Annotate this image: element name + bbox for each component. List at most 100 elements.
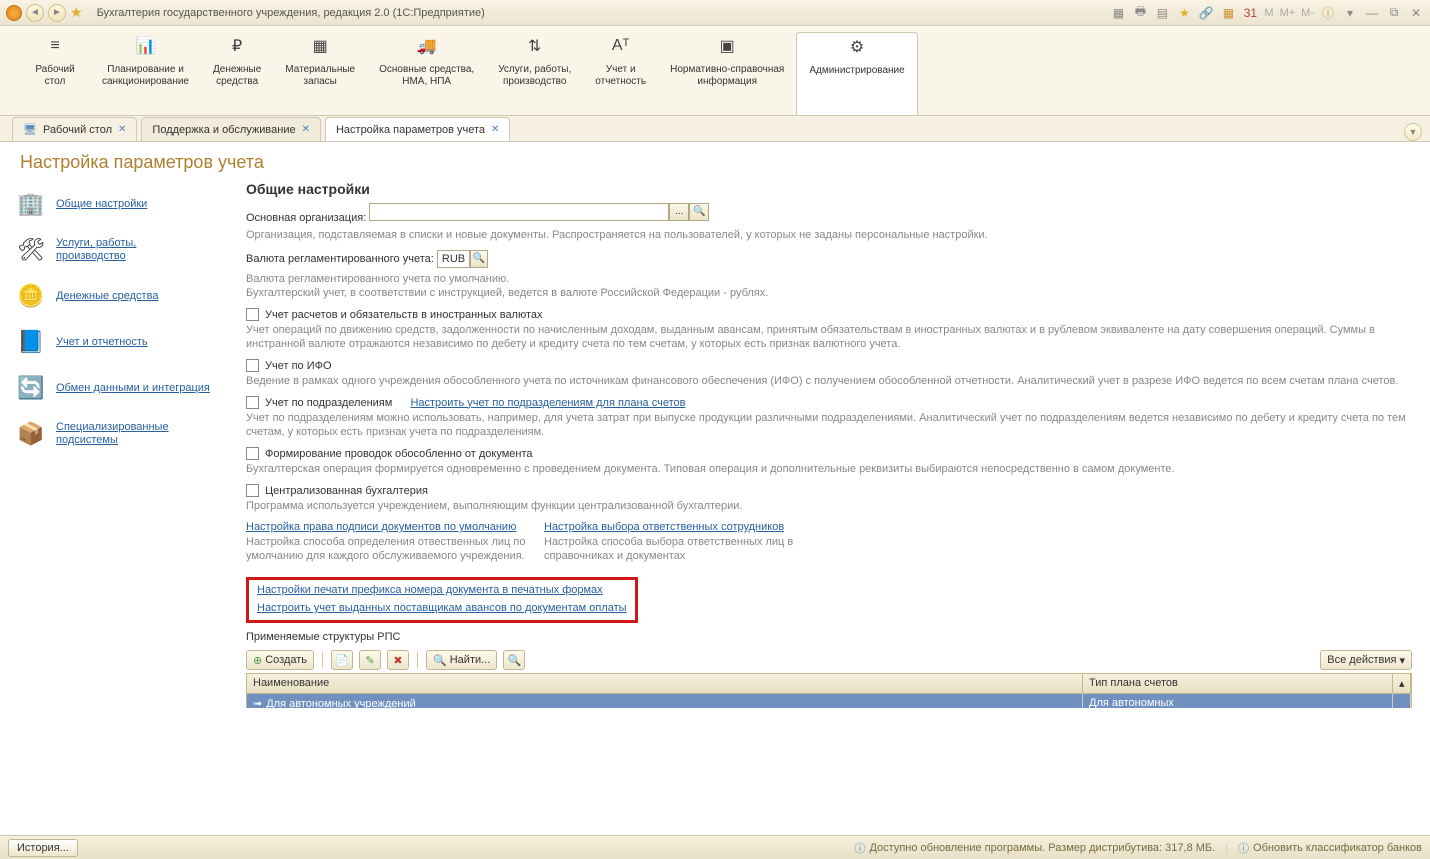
link-icon[interactable]: 🔗 — [1198, 5, 1214, 21]
nav-money[interactable]: 🪙Денежные средства — [14, 273, 232, 319]
plus-icon: ⊕ — [253, 654, 262, 667]
nav-link[interactable]: Обмен данными и интеграция — [56, 382, 210, 395]
nav-money[interactable]: ₽Денежные средства — [201, 32, 273, 115]
dropdown-icon[interactable]: ▾ — [1342, 5, 1358, 21]
tab-label: Поддержка и обслуживание — [152, 124, 295, 136]
memory-mplus[interactable]: M+ — [1280, 7, 1296, 19]
app-logo-icon — [6, 5, 22, 21]
currency-input[interactable]: RUB — [437, 250, 470, 268]
nav-exchange[interactable]: 🔄Обмен данными и интеграция — [14, 365, 232, 411]
org-input[interactable] — [369, 203, 669, 221]
cb-separate-label: Формирование проводок обособленно от док… — [265, 448, 533, 460]
org-select-button[interactable]: ... — [669, 203, 689, 221]
star-icon[interactable]: ★ — [1176, 5, 1192, 21]
rps-toolbar: ⊕Создать 📄 ✎ ✖ 🔍Найти... 🔍 Все действия … — [246, 647, 1412, 673]
toolbar-icon[interactable]: ▦ — [1110, 5, 1126, 21]
nav-link[interactable]: Денежные средства — [56, 290, 158, 303]
col-plan[interactable]: Тип плана счетов — [1083, 674, 1393, 693]
tab-close-icon[interactable]: ✕ — [491, 124, 499, 135]
cb-ifo-help: Ведение в рамках одного учреждения обосо… — [246, 374, 1412, 388]
cb-central[interactable] — [246, 484, 259, 497]
close-icon[interactable]: ✕ — [1408, 5, 1424, 21]
nav-report[interactable]: 📘 Учет и отчетность — [14, 319, 232, 365]
nav-general[interactable]: 🏢 Общие настройки — [14, 181, 232, 227]
minimize-icon[interactable]: — — [1364, 5, 1380, 21]
truck-icon: 🚚 — [417, 36, 437, 56]
classifier-link[interactable]: ⓘОбновить классификатор банков — [1238, 840, 1422, 856]
clear-search-button[interactable]: 🔍 — [503, 650, 525, 670]
cb-dept[interactable] — [246, 396, 259, 409]
table-header: Наименование Тип плана счетов ▴ — [247, 674, 1411, 694]
cb-ifo-label: Учет по ИФО — [265, 360, 332, 372]
calc-icon[interactable]: ▦ — [1220, 5, 1236, 21]
tabs-dropdown-button[interactable]: ▼ — [1404, 123, 1422, 141]
calendar-icon[interactable]: 31 — [1242, 5, 1258, 21]
advance-config-link[interactable]: Настроить учет выданных поставщикам аван… — [257, 602, 627, 614]
org-search-button[interactable]: 🔍 — [689, 203, 709, 221]
nav-planning[interactable]: 📊Планирование и санкционирование — [90, 32, 201, 115]
nav-forward-button[interactable]: ► — [48, 4, 66, 22]
create-button[interactable]: ⊕Создать — [246, 650, 314, 670]
book-icon: 📘 — [14, 327, 48, 357]
nav-assets[interactable]: 🚚Основные средства, НМА, НПА — [367, 32, 486, 115]
org-label: Основная организация: — [246, 212, 366, 224]
nav-accounting[interactable]: АᵀУчет и отчетность — [583, 32, 658, 115]
nav-reference[interactable]: ▣Нормативно-справочная информация — [658, 32, 796, 115]
nav-materials[interactable]: ▦Материальные запасы — [273, 32, 367, 115]
cb-central-help: Программа используется учреждением, выпо… — [246, 499, 1412, 513]
history-button[interactable]: История... — [8, 839, 78, 857]
cb-central-label: Централизованная бухгалтерия — [265, 485, 428, 497]
nav-desktop[interactable]: ≡Рабочий стол — [20, 32, 90, 115]
delete-button[interactable]: ✖ — [387, 650, 409, 670]
cb-foreign[interactable] — [246, 308, 259, 321]
copy-button[interactable]: 📄 — [331, 650, 353, 670]
prefix-print-link[interactable]: Настройки печати префикса номера докумен… — [257, 584, 603, 596]
table-row[interactable]: ➟Для автономных учреждений Для автономны… — [247, 694, 1411, 708]
nav-link[interactable]: Услуги, работы, производство — [56, 237, 136, 263]
doc-icon[interactable]: ▤ — [1154, 5, 1170, 21]
left-nav: 🏢 Общие настройки 🛠Услуги, работы, произв… — [0, 181, 240, 708]
cb-separate[interactable] — [246, 447, 259, 460]
tab-support[interactable]: Поддержка и обслуживание ✕ — [141, 117, 321, 141]
nav-link[interactable]: Учет и отчетность — [56, 336, 148, 349]
col-name[interactable]: Наименование — [247, 674, 1083, 693]
window-title: Бухгалтерия государственного учреждения,… — [97, 7, 485, 19]
dept-config-link[interactable]: Настроить учет по подразделениям для пла… — [410, 397, 685, 409]
scrollbar[interactable] — [1393, 694, 1411, 708]
all-actions-button[interactable]: Все действия ▾ — [1320, 650, 1412, 670]
nav-special[interactable]: 📦Специализированные подсистемы — [14, 411, 232, 457]
sliders-icon: ⇅ — [525, 36, 545, 56]
nav-admin[interactable]: ⚙Администрирование — [796, 32, 917, 115]
tab-close-icon[interactable]: ✕ — [118, 124, 126, 135]
tab-close-icon[interactable]: ✕ — [302, 124, 310, 135]
tab-desktop[interactable]: 🖥 Рабочий стол ✕ — [12, 117, 137, 141]
nav-services[interactable]: ⇅Услуги, работы, производство — [486, 32, 583, 115]
info-icon[interactable]: ⓘ — [1320, 5, 1336, 21]
sign-config-link[interactable]: Настройка права подписи документов по ум… — [246, 521, 516, 533]
print-icon[interactable]: 🖶 — [1132, 5, 1148, 21]
window-titlebar: ◄ ► ★ Бухгалтерия государственного учреж… — [0, 0, 1430, 26]
nav-back-button[interactable]: ◄ — [26, 4, 44, 22]
update-message[interactable]: ⓘДоступно обновление программы. Размер д… — [854, 840, 1215, 856]
edit-button[interactable]: ✎ — [359, 650, 381, 670]
maximize-icon[interactable]: ⧉ — [1386, 5, 1402, 21]
tab-settings[interactable]: Настройка параметров учета ✕ — [325, 117, 510, 141]
tab-label: Настройка параметров учета — [336, 124, 485, 136]
memory-mminus[interactable]: M- — [1301, 7, 1314, 19]
building-icon: 🏢 — [14, 189, 48, 219]
main-panel: Общие настройки Основная организация: ..… — [240, 181, 1430, 708]
scrollbar-header: ▴ — [1393, 674, 1411, 693]
cb-ifo[interactable] — [246, 359, 259, 372]
find-button[interactable]: 🔍Найти... — [426, 650, 497, 670]
favorites-icon[interactable]: ★ — [70, 4, 83, 21]
nav-services[interactable]: 🛠Услуги, работы, производство — [14, 227, 232, 273]
ruble-icon: ₽ — [227, 36, 247, 56]
currency-help: Валюта регламентированного учета по умол… — [246, 272, 1412, 300]
currency-search-button[interactable]: 🔍 — [470, 250, 488, 268]
desktop-icon: 🖥 — [23, 123, 37, 136]
nav-link[interactable]: Общие настройки — [56, 198, 147, 211]
memory-m[interactable]: M — [1264, 7, 1273, 19]
resp-config-link[interactable]: Настройка выбора ответственных сотрудник… — [544, 521, 784, 533]
nav-link[interactable]: Специализированные подсистемы — [56, 421, 169, 447]
page-content: 🏢 Общие настройки 🛠Услуги, работы, произв… — [0, 181, 1430, 708]
